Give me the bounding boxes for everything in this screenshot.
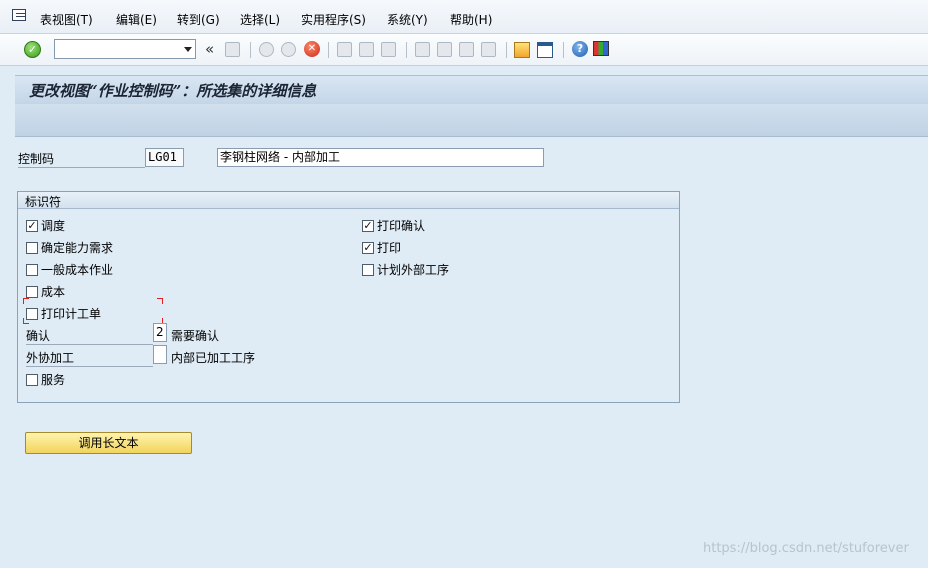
long-text-button[interactable]: 调用长文本 [25,432,192,454]
checkbox-service[interactable]: 服务 [26,371,65,388]
external-processing-label: 外协加工 [26,349,153,367]
checkbox-box[interactable] [26,263,38,276]
create-session-icon[interactable] [514,42,530,58]
menu-table-view[interactable]: 表视图(T) [40,11,93,28]
menu-utilities[interactable]: 实用程序(S) [301,11,366,28]
checkbox-label: 确定能力需求 [41,241,114,255]
confirmation-field[interactable]: 2 [153,323,167,342]
last-page-icon[interactable] [481,42,496,57]
customize-layout-icon[interactable] [593,41,609,56]
external-processing-description: 内部已加工工序 [171,351,256,365]
previous-page-icon[interactable] [437,42,452,57]
checkbox-label: 调度 [41,219,66,233]
checkbox-box[interactable]: ✓ [26,219,38,232]
menu-edit[interactable]: 编辑(E) [116,11,157,28]
control-code-field[interactable]: LG01 [145,148,184,167]
find-icon[interactable] [359,42,374,57]
menu-goto[interactable]: 转到(G) [177,11,220,28]
checkbox-label: 打印 [377,241,402,255]
checkbox-box[interactable]: ✓ [362,241,374,254]
checkbox-box[interactable] [26,307,38,320]
menu-system[interactable]: 系统(Y) [387,11,428,28]
print-icon[interactable] [337,42,352,57]
checkbox-label: 计划外部工序 [377,263,450,277]
checkbox-print[interactable]: ✓ 打印 [362,239,401,256]
checkbox-box[interactable] [26,285,38,298]
chevron-down-icon[interactable] [184,47,192,52]
toolbar-separator [328,42,329,58]
checkbox-box[interactable] [362,263,374,276]
first-page-icon[interactable] [415,42,430,57]
menu-select[interactable]: 选择(L) [240,11,280,28]
toolbar-separator [563,42,564,58]
menu-bar: 表视图(T) 编辑(E) 转到(G) 选择(L) 实用程序(S) 系统(Y) 帮… [0,0,928,34]
toolbar-separator [250,42,251,58]
confirmation-label: 确认 [26,327,153,345]
save-icon[interactable] [225,42,240,57]
exit-icon[interactable] [281,42,296,57]
checkbox-label: 服务 [41,373,66,387]
checkbox-box[interactable] [26,241,38,254]
next-page-icon[interactable] [459,42,474,57]
checkbox-label: 打印确认 [377,219,426,233]
checkbox-label: 一般成本作业 [41,263,114,277]
find-next-icon[interactable] [381,42,396,57]
description-field[interactable]: 李钢柱网络 - 内部加工 [217,148,544,167]
help-icon[interactable]: ? [572,41,588,57]
menu-icon[interactable] [12,9,26,21]
collapse-icon[interactable]: « [205,40,214,58]
group-header: 标识符 [18,192,679,209]
menu-help[interactable]: 帮助(H) [450,11,492,28]
toolbar-separator [406,42,407,58]
page-title: 更改视图“作业控制码”：所选集的详细信息 [29,82,317,100]
external-processing-field[interactable] [153,345,167,364]
checkbox-general-cost-activity[interactable]: 一般成本作业 [26,261,113,278]
indicators-group: 标识符 [17,191,680,403]
checkbox-print-time-ticket[interactable]: 打印计工单 [26,305,101,322]
back-icon[interactable] [259,42,274,57]
checkbox-capacity-requirements[interactable]: 确定能力需求 [26,239,113,256]
toolbar-separator [506,42,507,58]
confirm-icon[interactable]: ✓ [24,41,41,58]
standard-toolbar: ✓ « ✕ ? [0,34,928,66]
cancel-icon[interactable]: ✕ [304,41,320,57]
checkbox-print-confirmation[interactable]: ✓ 打印确认 [362,217,425,234]
control-code-label: 控制码 [18,150,145,168]
checkbox-schedule-external-operation[interactable]: 计划外部工序 [362,261,449,278]
title-bar: 更改视图“作业控制码”：所选集的详细信息 [15,75,928,104]
application-toolbar [15,104,928,137]
checkbox-label: 打印计工单 [41,307,102,321]
checkbox-scheduling[interactable]: ✓ 调度 [26,217,65,234]
checkbox-box[interactable]: ✓ [362,219,374,232]
watermark: https://blog.csdn.net/stuforever [703,541,909,556]
shortcut-icon[interactable] [537,42,553,58]
command-field[interactable] [54,39,196,59]
checkbox-box[interactable] [26,373,38,386]
confirmation-description: 需要确认 [171,329,220,343]
group-title: 标识符 [25,195,62,209]
